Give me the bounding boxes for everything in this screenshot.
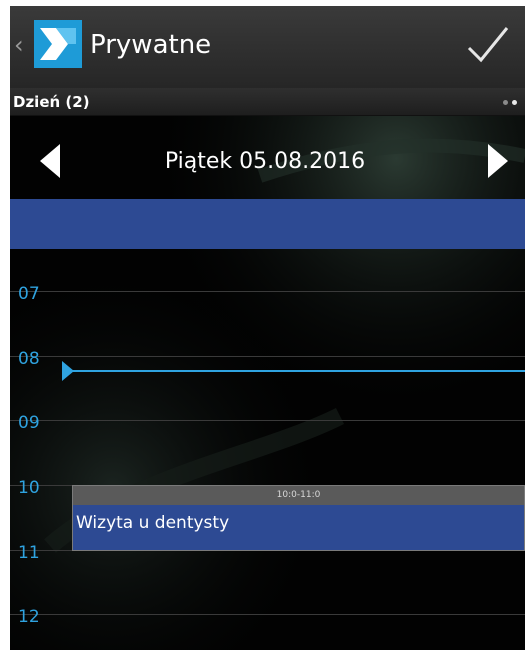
hour-line: [10, 291, 525, 292]
event-body: Wizyta u dentysty: [73, 505, 524, 550]
hour-label: 12: [18, 607, 40, 627]
hour-line: [10, 614, 525, 615]
all-day-events-bar[interactable]: [10, 199, 525, 249]
hour-label: 08: [18, 349, 40, 369]
hour-line: [10, 356, 525, 357]
page-indicator: [503, 100, 525, 106]
action-bar: ‹ Prywatne: [10, 6, 525, 88]
app-screen: ‹ Prywatne Dzień (2) Piątek 05.08.2016 0…: [10, 6, 525, 650]
page-dot: [503, 100, 508, 105]
event-title: Wizyta u dentysty: [76, 513, 230, 533]
page-dot-active: [512, 100, 517, 105]
event-time: 10:0-11:0: [276, 490, 321, 500]
current-date: Piątek 05.08.2016: [164, 149, 366, 174]
hour-label: 11: [18, 543, 40, 563]
prev-day-arrow-icon[interactable]: [38, 144, 62, 178]
checkmark-icon[interactable]: [465, 24, 511, 66]
app-title: Prywatne: [90, 30, 212, 60]
view-subheader: Dzień (2): [10, 88, 525, 116]
up-caret-icon[interactable]: ‹: [14, 32, 28, 58]
date-navigation: Piątek 05.08.2016: [10, 116, 525, 200]
hour-label: 07: [18, 284, 40, 304]
hour-label: 10: [18, 478, 40, 498]
app-logo-icon[interactable]: [34, 20, 82, 68]
calendar-event[interactable]: 10:0-11:0 Wizyta u dentysty: [72, 485, 525, 551]
day-view-label[interactable]: Dzień (2): [13, 91, 90, 113]
current-time-line: [70, 370, 525, 372]
next-day-arrow-icon[interactable]: [486, 144, 510, 178]
hour-line: [10, 420, 525, 421]
hour-label: 09: [18, 413, 40, 433]
